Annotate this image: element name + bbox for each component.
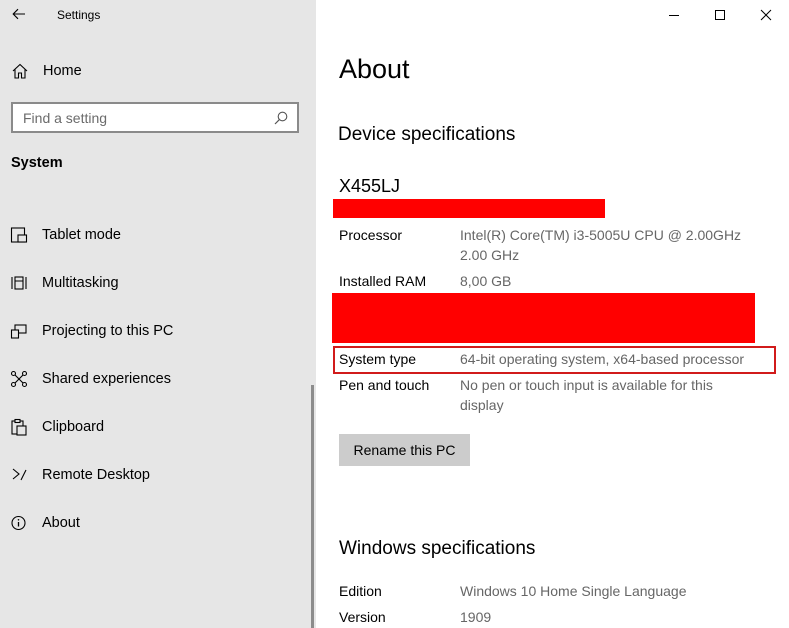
app-title: Settings <box>57 8 101 22</box>
sidebar-item-home[interactable]: Home <box>0 54 316 88</box>
back-arrow-icon <box>12 8 25 20</box>
sidebar-item-label: Home <box>43 63 82 79</box>
remote-desktop-icon <box>12 468 27 481</box>
sidebar-item-projecting[interactable]: Projecting to this PC <box>0 313 316 349</box>
shared-experiences-icon <box>10 370 28 388</box>
sidebar-item-remote-desktop[interactable]: Remote Desktop <box>0 457 316 493</box>
sidebar-item-shared-experiences[interactable]: Shared experiences <box>0 361 316 397</box>
sidebar-item-about[interactable]: About <box>0 505 316 541</box>
tablet-mode-icon <box>10 227 28 243</box>
pen-touch-label: Pen and touch <box>339 377 430 393</box>
titlebar-left: Settings <box>0 0 316 30</box>
rename-pc-button[interactable]: Rename this PC <box>339 434 470 466</box>
windows-specifications-heading: Windows specifications <box>339 538 536 559</box>
sidebar-item-label: Shared experiences <box>42 371 171 387</box>
window-controls <box>651 0 789 30</box>
version-value: 1909 <box>460 609 492 625</box>
back-button[interactable] <box>8 3 30 25</box>
close-button[interactable] <box>743 0 789 30</box>
device-name: X455LJ <box>339 176 401 196</box>
sidebar-item-label: Multitasking <box>42 275 119 291</box>
sidebar-item-clipboard[interactable]: Clipboard <box>0 409 316 445</box>
sidebar-item-multitasking[interactable]: Multitasking <box>0 265 316 301</box>
minimize-icon <box>669 15 679 16</box>
info-icon <box>11 515 26 531</box>
sidebar-item-label: Remote Desktop <box>42 467 150 483</box>
search-placeholder: Find a setting <box>23 110 108 126</box>
clipboard-icon <box>11 418 27 436</box>
installed-ram-label: Installed RAM <box>339 273 427 289</box>
page-title: About <box>339 54 410 84</box>
system-type-value: 64-bit operating system, x64-based proce… <box>460 351 745 367</box>
edition-label: Edition <box>339 583 382 599</box>
multitasking-icon <box>11 276 27 290</box>
redaction-bar <box>333 199 605 218</box>
sidebar-item-label: Clipboard <box>42 419 105 435</box>
sidebar: Settings Home Find a setting System Tabl… <box>0 0 316 628</box>
installed-ram-value: 8,00 GB <box>460 273 512 289</box>
edition-value: Windows 10 Home Single Language <box>460 583 687 599</box>
search-input[interactable]: Find a setting <box>11 102 299 133</box>
device-specifications-heading: Device specifications <box>338 124 516 145</box>
sidebar-item-label: About <box>42 515 80 531</box>
processor-label: Processor <box>339 227 403 243</box>
redaction-bar <box>332 293 755 343</box>
maximize-icon <box>715 10 725 20</box>
pen-touch-value-line1: No pen or touch input is available for t… <box>460 377 713 393</box>
version-label: Version <box>339 609 386 625</box>
system-type-label: System type <box>339 351 417 367</box>
close-icon <box>760 9 772 21</box>
home-icon <box>12 63 28 79</box>
processor-value-line2: 2.00 GHz <box>460 247 520 263</box>
sidebar-item-label: Tablet mode <box>42 227 121 243</box>
minimize-button[interactable] <box>651 0 697 30</box>
processor-value-line1: Intel(R) Core(TM) i3-5005U CPU @ 2.00GHz <box>460 227 742 243</box>
sidebar-item-label: Projecting to this PC <box>42 323 174 339</box>
sidebar-scrollbar[interactable] <box>311 385 314 628</box>
projecting-icon <box>10 324 27 339</box>
pen-touch-value-line2: display <box>460 397 504 413</box>
sidebar-item-tablet-mode[interactable]: Tablet mode <box>0 217 316 253</box>
search-icon <box>274 111 288 125</box>
maximize-button[interactable] <box>697 0 743 30</box>
section-title: System <box>11 155 63 171</box>
